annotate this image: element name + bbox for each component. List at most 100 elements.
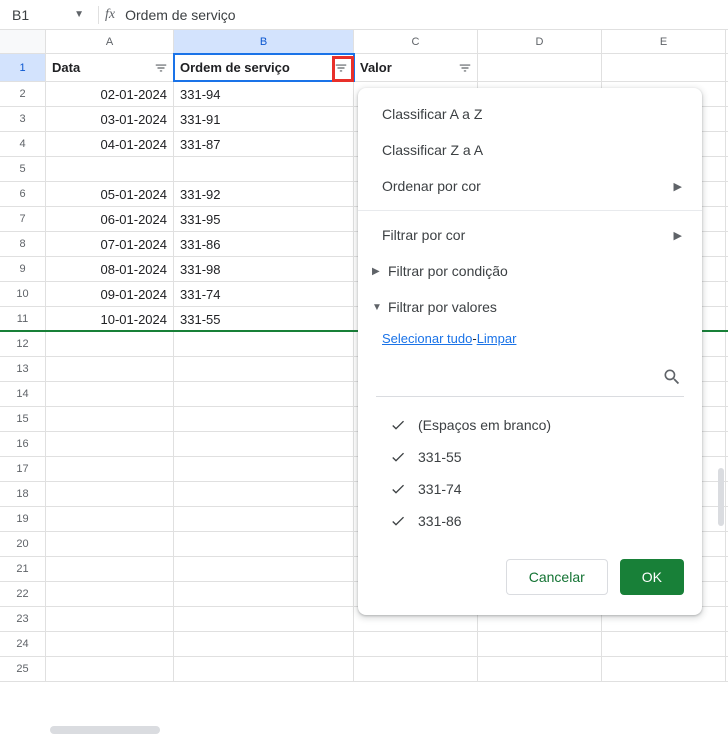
row-header[interactable]: 8 bbox=[0, 232, 46, 256]
row-header[interactable]: 19 bbox=[0, 507, 46, 531]
menu-sort-az[interactable]: Classificar A a Z bbox=[358, 96, 702, 132]
horizontal-scrollbar[interactable] bbox=[50, 726, 160, 734]
cell[interactable] bbox=[46, 357, 174, 381]
menu-filter-condition[interactable]: ▶ Filtrar por condição bbox=[358, 253, 702, 289]
cell[interactable]: 331-55 bbox=[174, 307, 354, 330]
cell[interactable] bbox=[46, 332, 174, 356]
cell[interactable]: 04-01-2024 bbox=[46, 132, 174, 156]
col-header-e[interactable]: E bbox=[602, 30, 726, 53]
filter-value-item[interactable]: (Espaços em branco) bbox=[386, 409, 692, 441]
cancel-button[interactable]: Cancelar bbox=[506, 559, 608, 595]
cell[interactable] bbox=[46, 657, 174, 681]
cell[interactable] bbox=[174, 557, 354, 581]
row-header[interactable]: 25 bbox=[0, 657, 46, 681]
cell[interactable] bbox=[478, 632, 602, 656]
cell[interactable]: 03-01-2024 bbox=[46, 107, 174, 131]
formula-input[interactable]: Ordem de serviço bbox=[125, 7, 235, 23]
row-header[interactable]: 4 bbox=[0, 132, 46, 156]
cell[interactable]: 331-95 bbox=[174, 207, 354, 231]
row-header[interactable]: 15 bbox=[0, 407, 46, 431]
cell[interactable]: 09-01-2024 bbox=[46, 282, 174, 306]
cell[interactable] bbox=[46, 407, 174, 431]
cell[interactable] bbox=[46, 507, 174, 531]
cell[interactable]: 331-98 bbox=[174, 257, 354, 281]
filter-search[interactable] bbox=[376, 360, 684, 397]
row-header[interactable]: 14 bbox=[0, 382, 46, 406]
menu-sort-za[interactable]: Classificar Z a A bbox=[358, 132, 702, 168]
cell[interactable]: 331-74 bbox=[174, 282, 354, 306]
cell[interactable] bbox=[174, 607, 354, 631]
cell[interactable] bbox=[46, 607, 174, 631]
menu-filter-values[interactable]: ▼ Filtrar por valores bbox=[358, 289, 702, 325]
filter-value-item[interactable]: 331-74 bbox=[386, 473, 692, 505]
filter-icon[interactable] bbox=[152, 59, 170, 77]
name-box[interactable]: B1 ▼ bbox=[4, 7, 92, 23]
filter-value-item[interactable]: 331-86 bbox=[386, 505, 692, 537]
cell[interactable] bbox=[174, 357, 354, 381]
cell[interactable] bbox=[174, 432, 354, 456]
cell[interactable] bbox=[46, 557, 174, 581]
cell[interactable] bbox=[174, 657, 354, 681]
row-header[interactable]: 2 bbox=[0, 82, 46, 106]
cell[interactable] bbox=[174, 407, 354, 431]
row-header[interactable]: 24 bbox=[0, 632, 46, 656]
cell[interactable] bbox=[46, 582, 174, 606]
ok-button[interactable]: OK bbox=[620, 559, 684, 595]
col-header-a[interactable]: A bbox=[46, 30, 174, 53]
cell[interactable]: 05-01-2024 bbox=[46, 182, 174, 206]
select-all-link[interactable]: Selecionar tudo bbox=[382, 331, 472, 346]
row-header[interactable]: 21 bbox=[0, 557, 46, 581]
cell[interactable] bbox=[46, 157, 174, 181]
filter-value-item[interactable]: 331-55 bbox=[386, 441, 692, 473]
cell[interactable] bbox=[46, 532, 174, 556]
cell[interactable] bbox=[46, 382, 174, 406]
row-header[interactable]: 6 bbox=[0, 182, 46, 206]
menu-filter-color[interactable]: Filtrar por cor ▶ bbox=[358, 217, 702, 253]
cell[interactable] bbox=[602, 657, 726, 681]
cell[interactable] bbox=[174, 582, 354, 606]
cell[interactable] bbox=[174, 632, 354, 656]
cell[interactable] bbox=[174, 332, 354, 356]
menu-sort-color[interactable]: Ordenar por cor ▶ bbox=[358, 168, 702, 204]
col-header-b[interactable]: B bbox=[174, 30, 354, 53]
cell[interactable] bbox=[46, 632, 174, 656]
cell[interactable]: 331-86 bbox=[174, 232, 354, 256]
scrollbar-thumb[interactable] bbox=[718, 468, 724, 526]
cell[interactable] bbox=[46, 482, 174, 506]
cell[interactable] bbox=[174, 457, 354, 481]
cell[interactable] bbox=[602, 632, 726, 656]
row-header[interactable]: 20 bbox=[0, 532, 46, 556]
row-header[interactable]: 10 bbox=[0, 282, 46, 306]
row-header[interactable]: 17 bbox=[0, 457, 46, 481]
row-header[interactable]: 18 bbox=[0, 482, 46, 506]
cell[interactable] bbox=[602, 54, 726, 81]
select-all-corner[interactable] bbox=[0, 30, 46, 53]
cell[interactable] bbox=[174, 532, 354, 556]
filter-icon[interactable] bbox=[456, 59, 474, 77]
col-header-c[interactable]: C bbox=[354, 30, 478, 53]
row-header[interactable]: 7 bbox=[0, 207, 46, 231]
cell[interactable]: Ordem de serviço bbox=[174, 54, 354, 81]
cell[interactable]: 06-01-2024 bbox=[46, 207, 174, 231]
row-header[interactable]: 3 bbox=[0, 107, 46, 131]
clear-link[interactable]: Limpar bbox=[477, 331, 517, 346]
row-header[interactable]: 13 bbox=[0, 357, 46, 381]
row-header[interactable]: 16 bbox=[0, 432, 46, 456]
row-header[interactable]: 11 bbox=[0, 307, 46, 330]
cell[interactable]: 02-01-2024 bbox=[46, 82, 174, 106]
cell[interactable] bbox=[174, 482, 354, 506]
row-header[interactable]: 1 bbox=[0, 54, 46, 81]
cell[interactable] bbox=[174, 382, 354, 406]
row-header[interactable]: 23 bbox=[0, 607, 46, 631]
row-header[interactable]: 9 bbox=[0, 257, 46, 281]
cell[interactable] bbox=[174, 507, 354, 531]
filter-icon[interactable] bbox=[332, 59, 350, 77]
cell[interactable]: 07-01-2024 bbox=[46, 232, 174, 256]
cell[interactable]: 10-01-2024 bbox=[46, 307, 174, 330]
row-header[interactable]: 5 bbox=[0, 157, 46, 181]
col-header-d[interactable]: D bbox=[478, 30, 602, 53]
cell[interactable] bbox=[46, 457, 174, 481]
cell[interactable] bbox=[478, 54, 602, 81]
row-header[interactable]: 12 bbox=[0, 332, 46, 356]
cell[interactable] bbox=[354, 657, 478, 681]
